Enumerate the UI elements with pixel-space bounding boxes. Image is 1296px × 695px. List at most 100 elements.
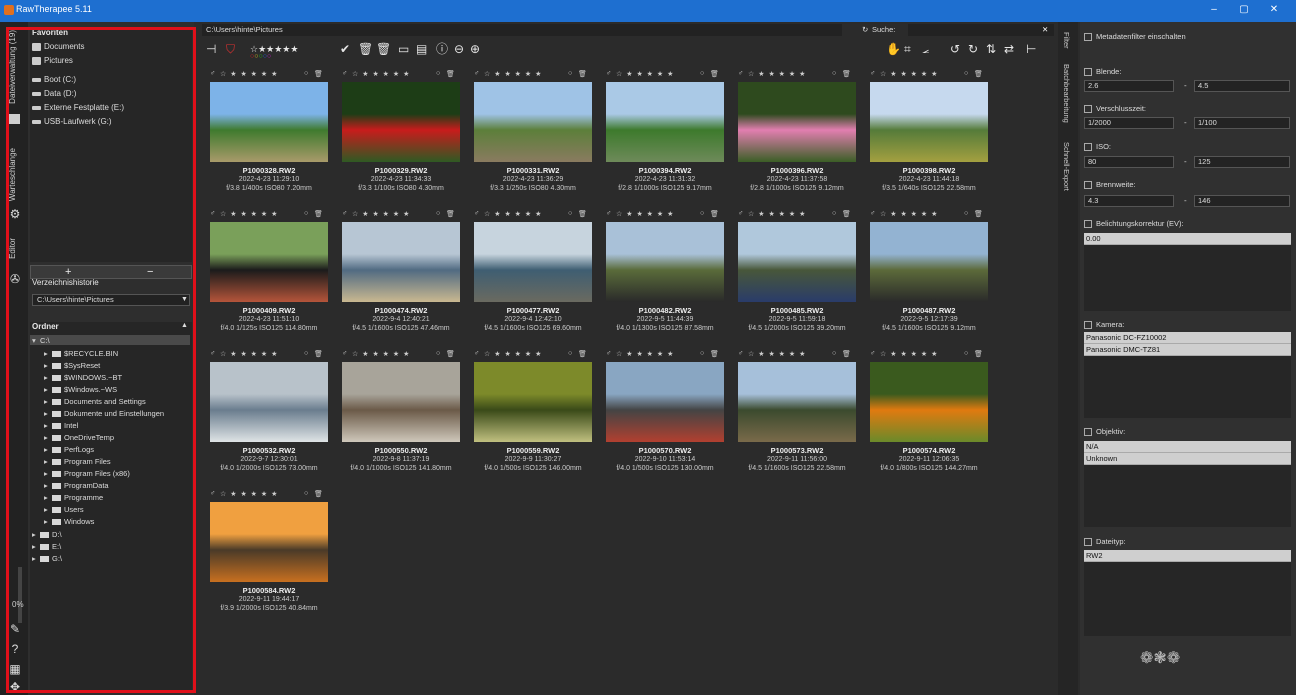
edit-icon[interactable]: ♂ (870, 350, 875, 357)
thumbnail-image[interactable] (606, 362, 724, 442)
edit-icon[interactable]: ♂ (606, 70, 611, 77)
tab-file-browser[interactable]: Dateiverwaltung (19) (8, 30, 17, 104)
trash-icon[interactable]: 🗑 (578, 350, 587, 358)
rating-stars[interactable]: ☆ ★ ★ ★ ★ ★ (220, 210, 278, 218)
tree-row[interactable]: ▸ $Windows.~WS (44, 385, 117, 394)
info-icon[interactable]: ⓘ (436, 42, 448, 56)
thumbnail-item[interactable]: ♂ ☆ ★ ★ ★ ★ ★ ○ 🗑 P1000559.RW2 2022-9-9 11:30… (468, 350, 594, 492)
rotate-left-icon[interactable]: ↺ (950, 42, 960, 56)
iso-checkbox[interactable]: ISO: (1084, 142, 1111, 152)
thumbnail-image[interactable] (210, 82, 328, 162)
thumbnail-rating-bar[interactable]: ♂ ☆ ★ ★ ★ ★ ★ ○ 🗑 (336, 210, 462, 220)
camera-checkbox[interactable]: Kamera: (1084, 320, 1124, 330)
shutter-checkbox[interactable]: Verschlusszeit: (1084, 104, 1146, 114)
color-label-icon[interactable]: ○ (700, 70, 704, 77)
edit-icon[interactable]: ♂ (210, 350, 215, 357)
color-label-icon[interactable]: ○ (304, 350, 308, 357)
thumbnail-image[interactable] (210, 502, 328, 582)
flip-horizontal-icon[interactable]: ⇄ (1004, 42, 1014, 56)
remove-favorite-button[interactable]: − (147, 266, 153, 278)
thumbnail-rating-bar[interactable]: ♂ ☆ ★ ★ ★ ★ ★ ○ 🗑 (468, 350, 594, 360)
shutter-from-input[interactable]: 1/2000 (1084, 117, 1174, 129)
thumbnail-rating-bar[interactable]: ♂ ☆ ★ ★ ★ ★ ★ ○ 🗑 (864, 210, 990, 220)
thumbnail-rating-bar[interactable]: ♂ ☆ ★ ★ ★ ★ ★ ○ 🗑 (864, 350, 990, 360)
edit-icon[interactable]: ♂ (210, 70, 215, 77)
trash-icon[interactable]: 🗑 (578, 70, 587, 78)
refresh-icon[interactable]: ↻ (862, 24, 868, 36)
edit-icon[interactable]: ♂ (870, 210, 875, 217)
rating-stars[interactable]: ☆ ★ ★ ★ ★ ★ (220, 490, 278, 498)
focal-to-input[interactable]: 146 (1194, 195, 1290, 207)
color-label-icon[interactable]: ○ (568, 210, 572, 217)
color-label-icon[interactable]: ○ (304, 490, 308, 497)
collapse-right-icon[interactable]: ⊢ (1026, 42, 1036, 56)
help-icon[interactable]: ? (8, 642, 22, 656)
rating-stars[interactable]: ☆ ★ ★ ★ ★ ★ (484, 210, 542, 218)
edit-icon[interactable]: ♂ (738, 350, 743, 357)
trash-icon[interactable]: 🗑 (710, 350, 719, 358)
list-item[interactable]: N/A (1084, 441, 1291, 453)
tree-row[interactable]: ▸ Program Files (x86) (44, 469, 130, 478)
maximize-icon[interactable]: ▢ (1236, 3, 1252, 17)
thumbnail-rating-bar[interactable]: ♂ ☆ ★ ★ ★ ★ ★ ○ 🗑 (468, 70, 594, 80)
list-item[interactable]: RW2 (1084, 550, 1291, 562)
drive-usb[interactable]: USB-Laufwerk (G:) (32, 117, 112, 126)
thumbnail-item[interactable]: ♂ ☆ ★ ★ ★ ★ ★ ○ 🗑 P1000394.RW2 2022-4-23 11:3… (600, 70, 726, 212)
tab-queue[interactable]: Warteschlange (8, 148, 17, 201)
color-label-icon[interactable]: ○ (304, 210, 308, 217)
tree-row[interactable]: ▸ Users (44, 505, 84, 514)
color-label-icon[interactable]: ○ (700, 210, 704, 217)
drive-data[interactable]: Data (D:) (32, 89, 76, 98)
color-label-icon[interactable]: ○ (832, 70, 836, 77)
tree-row[interactable]: ▸ Dokumente und Einstellungen (44, 409, 164, 418)
edit-icon[interactable]: ♂ (342, 210, 347, 217)
trash-icon[interactable]: 🗑 (974, 210, 983, 218)
aperture-to-input[interactable]: 4.5 (1194, 80, 1290, 92)
thumbnail-item[interactable]: ♂ ☆ ★ ★ ★ ★ ★ ○ 🗑 P1000532.RW2 2022-9-7 12:30… (204, 350, 330, 492)
thumbnail-rating-bar[interactable]: ♂ ☆ ★ ★ ★ ★ ★ ○ 🗑 (204, 70, 330, 80)
tree-row[interactable]: ▸ Intel (44, 421, 78, 430)
trash-icon[interactable]: 🗑 (446, 210, 455, 218)
move-icon[interactable]: ✥ (8, 680, 22, 694)
tab-editor[interactable]: Editor (8, 238, 17, 259)
trash-icon[interactable]: 🗑 (314, 210, 323, 218)
tree-row[interactable]: ▸ Windows (44, 517, 94, 526)
rating-stars[interactable]: ☆ ★ ★ ★ ★ ★ (220, 350, 278, 358)
thumbnail-item[interactable]: ♂ ☆ ★ ★ ★ ★ ★ ○ 🗑 P1000409.RW2 2022-4-23 11:5… (204, 210, 330, 352)
rating-stars[interactable]: ☆ ★ ★ ★ ★ ★ (616, 350, 674, 358)
thumbnail-image[interactable] (342, 222, 460, 302)
thumbnail-rating-bar[interactable]: ♂ ☆ ★ ★ ★ ★ ★ ○ 🗑 (204, 490, 330, 500)
hand-icon[interactable]: ✋ (886, 42, 901, 56)
thumbnail-item[interactable]: ♂ ☆ ★ ★ ★ ★ ★ ○ 🗑 P1000570.RW2 2022-9-10 11:5… (600, 350, 726, 492)
thumbnail-rating-bar[interactable]: ♂ ☆ ★ ★ ★ ★ ★ ○ 🗑 (864, 70, 990, 80)
rating-stars[interactable]: ☆ ★ ★ ★ ★ ★ (352, 210, 410, 218)
rating-stars[interactable]: ☆ ★ ★ ★ ★ ★ (748, 70, 806, 78)
edit-icon[interactable]: ♂ (342, 350, 347, 357)
rating-stars[interactable]: ☆ ★ ★ ★ ★ ★ (220, 70, 278, 78)
thumbnail-image[interactable] (210, 362, 328, 442)
color-label-icon[interactable]: ○ (436, 210, 440, 217)
trash-icon[interactable]: 🗑 (974, 350, 983, 358)
thumbnail-item[interactable]: ♂ ☆ ★ ★ ★ ★ ★ ○ 🗑 P1000574.RW2 2022-9-11 12:0… (864, 350, 990, 492)
thumbnail-rating-bar[interactable]: ♂ ☆ ★ ★ ★ ★ ★ ○ 🗑 (732, 210, 858, 220)
add-favorite-button[interactable]: + (65, 266, 71, 278)
rating-stars[interactable]: ☆ ★ ★ ★ ★ ★ (748, 350, 806, 358)
thumbnail-item[interactable]: ♂ ☆ ★ ★ ★ ★ ★ ○ 🗑 P1000477.RW2 2022-9-4 12:42… (468, 210, 594, 352)
tree-row-drive-d[interactable]: ▸ D:\ (32, 530, 62, 539)
favorite-pictures[interactable]: Pictures (32, 56, 73, 65)
rating-stars[interactable]: ☆ ★ ★ ★ ★ ★ (880, 210, 938, 218)
color-label-filter-icon[interactable]: ○○○○○ (250, 50, 271, 64)
thumbnail-image[interactable] (342, 362, 460, 442)
thumbnail-item[interactable]: ♂ ☆ ★ ★ ★ ★ ★ ○ 🗑 P1000487.RW2 2022-9-5 12:17… (864, 210, 990, 352)
edit-icon[interactable]: ♂ (474, 210, 479, 217)
rating-stars[interactable]: ☆ ★ ★ ★ ★ ★ (616, 70, 674, 78)
thumbnail-item[interactable]: ♂ ☆ ★ ★ ★ ★ ★ ○ 🗑 P1000331.RW2 2022-4-23 11:3… (468, 70, 594, 212)
filter-icon[interactable]: ⛉ (226, 42, 235, 56)
drive-external[interactable]: Externe Festplatte (E:) (32, 103, 124, 112)
filetype-list[interactable]: RW2 (1084, 550, 1291, 636)
color-label-icon[interactable]: ○ (304, 70, 308, 77)
thumbnail-item[interactable]: ♂ ☆ ★ ★ ★ ★ ★ ○ 🗑 P1000474.RW2 2022-9-4 12:40… (336, 210, 462, 352)
iso-to-input[interactable]: 125 (1194, 156, 1290, 168)
trash-icon[interactable]: 🗑 (314, 490, 323, 498)
thumbnail-item[interactable]: ♂ ☆ ★ ★ ★ ★ ★ ○ 🗑 P1000550.RW2 2022-9-8 11:37… (336, 350, 462, 492)
